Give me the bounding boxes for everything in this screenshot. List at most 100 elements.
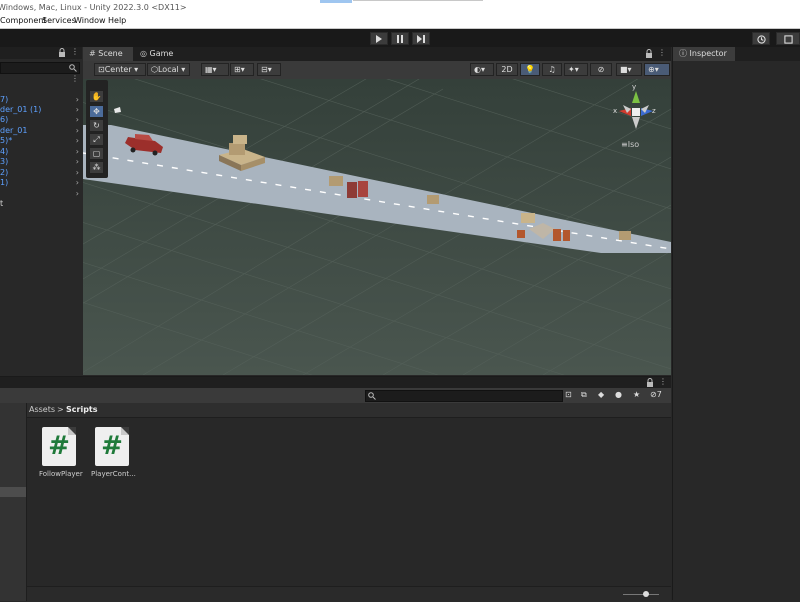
scene-toolbar: ⊡Center ▾ ⬡Local ▾ ▦▾ ⊞▾ ⊟▾ ◐▾ 2D 💡 ♫ ✦▾… bbox=[83, 61, 671, 79]
scene-more-icon[interactable]: ⋮ bbox=[71, 74, 79, 83]
space-dropdown[interactable]: ⬡Local ▾ bbox=[147, 63, 190, 76]
breadcrumb-root[interactable]: Assets bbox=[29, 405, 55, 414]
play-icon bbox=[376, 35, 382, 43]
lighting-button[interactable]: 💡 bbox=[520, 63, 540, 76]
grid-snap-button[interactable]: ▦▾ bbox=[201, 63, 229, 76]
tab-scene[interactable]: # Scene bbox=[83, 47, 133, 61]
layers-button[interactable] bbox=[776, 32, 800, 45]
list-item[interactable]: 2) › bbox=[0, 168, 82, 177]
filter-by-label-icon[interactable]: ⧉ bbox=[581, 390, 587, 400]
more-menu-icon[interactable]: ⋮ bbox=[659, 377, 667, 386]
snap-icon: ⊟▾ bbox=[261, 65, 272, 74]
zoom-slider-thumb[interactable] bbox=[643, 591, 649, 597]
window-title-bar: Windows, Mac, Linux - Unity 2022.3.0 <DX… bbox=[0, 0, 800, 15]
gizmo-icon: ⊕▾ bbox=[648, 65, 659, 74]
chevron-right-icon[interactable]: › bbox=[76, 126, 79, 135]
more-menu-icon[interactable]: ⋮ bbox=[71, 47, 79, 56]
audio-button[interactable]: ♫ bbox=[542, 63, 562, 76]
lock-icon[interactable] bbox=[645, 49, 653, 60]
effects-icon: ✦▾ bbox=[568, 65, 579, 74]
transform-icon: ⁂ bbox=[92, 163, 101, 172]
script-asset-playercontroller[interactable]: # bbox=[95, 427, 129, 466]
zoom-slider-track[interactable] bbox=[623, 594, 659, 595]
step-icon bbox=[417, 35, 425, 43]
list-item[interactable]: der_01 (1) › bbox=[0, 105, 82, 114]
tab-game[interactable]: ◎ Game bbox=[134, 47, 180, 61]
chevron-right-icon[interactable]: › bbox=[76, 105, 79, 114]
list-item[interactable]: 4) › bbox=[0, 147, 82, 156]
list-item[interactable]: 6) › bbox=[0, 115, 82, 124]
hidden-objects-button[interactable]: ⊘ bbox=[590, 63, 612, 76]
menu-item-window[interactable]: Window bbox=[74, 16, 106, 25]
move-icon: ✥ bbox=[93, 107, 100, 116]
menu-item-services[interactable]: Services bbox=[42, 16, 76, 25]
effects-button[interactable]: ✦▾ bbox=[564, 63, 588, 76]
list-item[interactable]: 7) › bbox=[0, 95, 82, 104]
hierarchy-search-input[interactable] bbox=[0, 62, 80, 74]
chevron-right-icon[interactable]: › bbox=[76, 189, 79, 198]
menu-bar: Component Services Window Help bbox=[0, 15, 800, 29]
increment-snap-button[interactable]: ⊟▾ bbox=[257, 63, 281, 76]
chevron-right-icon[interactable]: › bbox=[76, 168, 79, 177]
chevron-right-icon[interactable]: › bbox=[76, 95, 79, 104]
project-search-input[interactable] bbox=[365, 390, 563, 402]
list-item[interactable]: der_01 › bbox=[0, 126, 82, 135]
transform-tool-button[interactable]: ⁂ bbox=[89, 161, 104, 174]
script-asset-followplayer[interactable]: # bbox=[42, 427, 76, 466]
inspector-tabstrip: ⓘ Inspector bbox=[673, 47, 800, 61]
list-item[interactable]: 5)* › bbox=[0, 136, 82, 145]
shading-mode-button[interactable]: ◐▾ bbox=[470, 63, 494, 76]
project-toolbar: ⊡ ⧉ ◆ ● ★ ⊘7 bbox=[0, 388, 671, 403]
rect-icon: ▢ bbox=[92, 149, 101, 158]
chevron-right-icon[interactable]: › bbox=[76, 178, 79, 187]
grid-button[interactable]: ⊞▾ bbox=[230, 63, 254, 76]
step-button[interactable] bbox=[412, 32, 430, 45]
camera-icon: ■▾ bbox=[620, 65, 632, 74]
camera-button[interactable]: ■▾ bbox=[616, 63, 642, 76]
list-item[interactable]: t bbox=[0, 199, 82, 208]
csharp-script-icon: # bbox=[48, 431, 70, 461]
scale-icon: ⤢ bbox=[93, 135, 100, 144]
csharp-script-icon: # bbox=[101, 431, 123, 461]
scene-viewport[interactable]: ✋ ✥ ↻ ⤢ ▢ ⁂ y x z ≡Iso bbox=[83, 79, 671, 375]
search-by-type-icon[interactable]: ⊡ bbox=[565, 390, 572, 399]
pause-button[interactable] bbox=[391, 32, 409, 45]
move-tool-button[interactable]: ✥ bbox=[89, 105, 104, 118]
projection-label[interactable]: ≡Iso bbox=[621, 140, 639, 149]
layers-icon bbox=[783, 35, 793, 44]
menu-item-help[interactable]: Help bbox=[108, 16, 126, 25]
play-button[interactable] bbox=[370, 32, 388, 45]
breadcrumb-current[interactable]: Scripts bbox=[66, 405, 98, 414]
selected-folder-row[interactable] bbox=[0, 487, 26, 497]
orientation-gizmo[interactable]: y x z ≡Iso bbox=[611, 83, 661, 149]
window-title: Windows, Mac, Linux - Unity 2022.3.0 <DX… bbox=[0, 3, 187, 12]
gamepad-icon: ◎ bbox=[140, 49, 147, 58]
hierarchy-list: 7) › der_01 (1) › 6) › der_01 › 5)* › 4) › 3) ›… bbox=[0, 95, 82, 208]
lock-icon[interactable] bbox=[58, 48, 66, 59]
more-menu-icon[interactable]: ⋮ bbox=[658, 48, 666, 57]
main-toolbar bbox=[0, 29, 800, 47]
list-item[interactable]: 3) › bbox=[0, 157, 82, 166]
history-button[interactable] bbox=[752, 32, 770, 45]
tab-inspector[interactable]: ⓘ Inspector bbox=[673, 47, 735, 61]
chevron-right-icon[interactable]: › bbox=[76, 115, 79, 124]
star-icon[interactable]: ★ bbox=[633, 390, 640, 399]
scene-render bbox=[83, 79, 671, 375]
tag-icon[interactable]: ◆ bbox=[598, 390, 604, 399]
scale-tool-button[interactable]: ⤢ bbox=[89, 133, 104, 146]
hidden-packages-button[interactable]: ⊘7 bbox=[650, 390, 662, 399]
hand-tool-button[interactable]: ✋ bbox=[89, 90, 104, 103]
chevron-right-icon[interactable]: › bbox=[76, 136, 79, 145]
pivot-dropdown[interactable]: ⊡Center ▾ bbox=[94, 63, 146, 76]
list-item[interactable]: 1) › bbox=[0, 178, 82, 187]
rotate-tool-button[interactable]: ↻ bbox=[89, 119, 104, 132]
menu-item-component[interactable]: Component bbox=[0, 16, 46, 25]
chevron-right-icon[interactable]: › bbox=[76, 147, 79, 156]
warning-icon[interactable]: ● bbox=[615, 390, 622, 399]
title-accent-line bbox=[353, 0, 483, 1]
mode-2d-button[interactable]: 2D bbox=[496, 63, 518, 76]
gizmos-button[interactable]: ⊕▾ bbox=[644, 63, 670, 76]
chevron-right-icon[interactable]: › bbox=[76, 157, 79, 166]
rect-tool-button[interactable]: ▢ bbox=[89, 147, 104, 160]
breadcrumb: Assets > Scripts bbox=[27, 403, 671, 418]
